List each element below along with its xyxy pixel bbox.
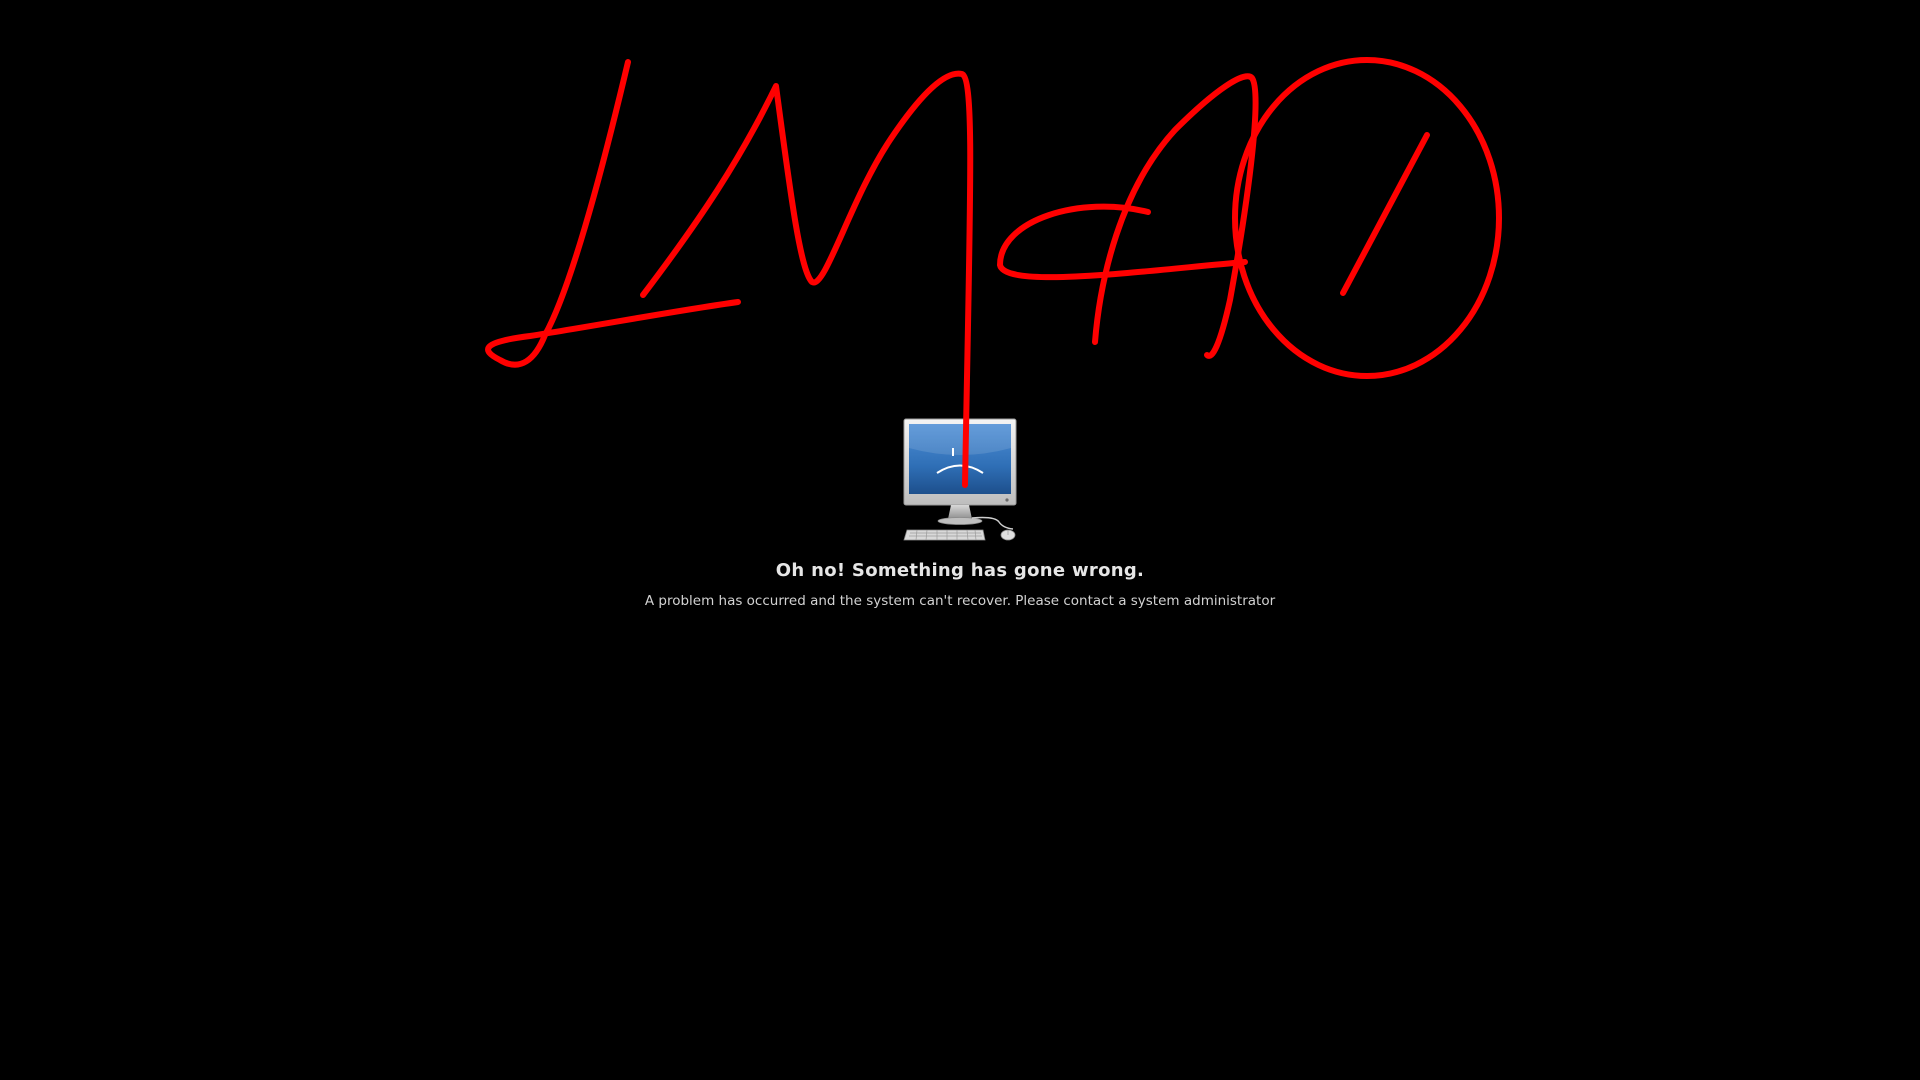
error-panel: Oh no! Something has gone wrong. A probl…	[0, 418, 1920, 609]
gnome-error-screen: Oh no! Something has gone wrong. A probl…	[0, 0, 1920, 1080]
sad-computer-icon	[903, 418, 1017, 541]
error-message: A problem has occurred and the system ca…	[644, 593, 1276, 609]
error-title: Oh no! Something has gone wrong.	[775, 560, 1145, 581]
